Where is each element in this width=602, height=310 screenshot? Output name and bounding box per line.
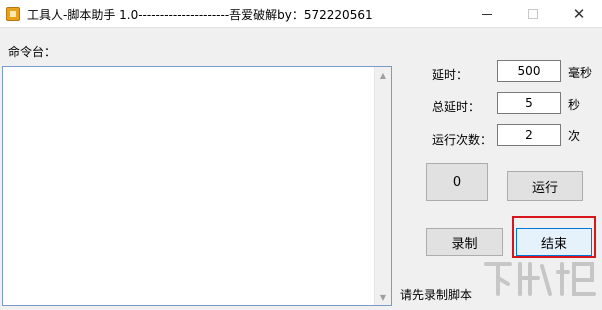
delay-input[interactable]: 500 [497, 60, 561, 82]
title-bar: 工具人-脚本助手 1.0---------------------吾爱破解by：… [0, 0, 602, 28]
window-title: 工具人-脚本助手 1.0---------------------吾爱破解by：… [27, 8, 373, 22]
minimize-icon [482, 13, 492, 15]
total-delay-unit: 秒 [568, 98, 581, 112]
watermark-logo [480, 254, 600, 310]
minimize-button[interactable] [464, 0, 510, 28]
stop-button-highlight [512, 216, 596, 258]
counter-button[interactable]: 0 [426, 163, 488, 201]
total-delay-input[interactable]: 5 [497, 92, 561, 114]
delay-unit: 毫秒 [568, 66, 593, 80]
run-count-unit: 次 [568, 129, 581, 143]
scroll-up-icon[interactable]: ▲ [375, 67, 391, 83]
maximize-button[interactable] [510, 0, 556, 28]
console-label: 命令台： [8, 45, 57, 59]
delay-label: 延时： [432, 68, 469, 82]
run-count-input[interactable]: 2 [497, 124, 561, 146]
scroll-down-icon[interactable]: ▼ [375, 289, 391, 305]
console-scrollbar[interactable]: ▲ ▼ [374, 67, 391, 305]
app-icon [6, 7, 20, 21]
close-button[interactable]: ✕ [556, 0, 602, 28]
total-delay-label: 总延时： [432, 100, 481, 114]
record-button[interactable]: 录制 [426, 228, 503, 256]
console-textarea[interactable]: ▲ ▼ [2, 66, 392, 306]
close-icon: ✕ [572, 5, 586, 23]
run-button[interactable]: 运行 [507, 171, 583, 201]
run-count-label: 运行次数： [432, 133, 493, 147]
maximize-icon [528, 9, 538, 19]
status-text: 请先录制脚本 [400, 288, 473, 302]
